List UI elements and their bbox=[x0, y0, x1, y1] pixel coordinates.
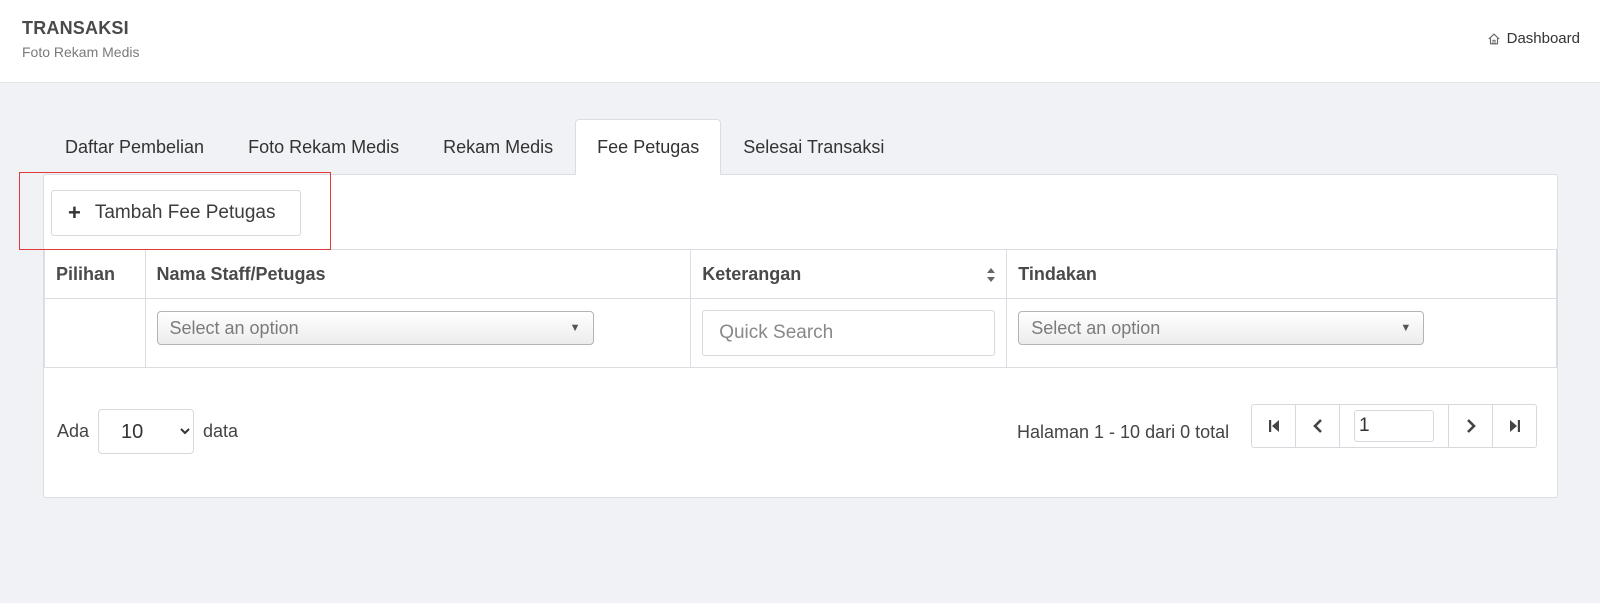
top-bar: TRANSAKSI Foto Rekam Medis Dashboard bbox=[0, 0, 1600, 83]
page-info: Halaman 1 - 10 dari 0 total bbox=[1017, 422, 1230, 442]
page-size-suffix: data bbox=[203, 421, 239, 441]
home-icon bbox=[1487, 32, 1500, 44]
keterangan-search-input[interactable] bbox=[702, 310, 996, 356]
filter-cell-tindakan: Select an option ▼ bbox=[1006, 298, 1557, 368]
column-header-nama-staff: Nama Staff/Petugas bbox=[144, 249, 692, 299]
last-page-icon bbox=[1509, 420, 1520, 432]
content-panel: + Tambah Fee Petugas Pilihan Nama Staff/… bbox=[43, 174, 1558, 498]
page-title: TRANSAKSI bbox=[22, 18, 129, 38]
page-size-prefix: Ada bbox=[57, 421, 90, 441]
tab-fee-petugas[interactable]: Fee Petugas bbox=[575, 119, 722, 175]
prev-page-button[interactable] bbox=[1295, 404, 1340, 448]
table-header-row: Pilihan Nama Staff/Petugas Keterangan Ti… bbox=[44, 249, 1557, 299]
filter-cell-pilihan bbox=[44, 298, 146, 368]
first-page-icon bbox=[1268, 420, 1279, 432]
plus-icon: + bbox=[68, 200, 81, 225]
filter-cell-keterangan bbox=[690, 298, 1008, 368]
first-page-button[interactable] bbox=[1251, 404, 1296, 448]
filter-cell-staff: Select an option ▼ bbox=[144, 298, 692, 368]
staff-select-value: Select an option bbox=[169, 317, 299, 338]
page-number-input[interactable] bbox=[1354, 410, 1434, 442]
chevron-down-icon: ▼ bbox=[1400, 322, 1412, 334]
column-header-keterangan[interactable]: Keterangan bbox=[690, 249, 1008, 299]
tindakan-select[interactable]: Select an option ▼ bbox=[1018, 311, 1425, 345]
page-size-select[interactable]: 10 bbox=[98, 409, 195, 454]
fee-table: Pilihan Nama Staff/Petugas Keterangan Ti… bbox=[44, 249, 1557, 368]
tab-foto-rekam-medis[interactable]: Foto Rekam Medis bbox=[226, 119, 421, 174]
pagination bbox=[1251, 404, 1537, 448]
staff-select[interactable]: Select an option ▼ bbox=[156, 311, 594, 345]
page-size-control: Ada 10 data bbox=[57, 409, 238, 454]
column-header-pilihan: Pilihan bbox=[44, 249, 146, 299]
breadcrumb-dashboard[interactable]: Dashboard bbox=[1487, 30, 1580, 47]
column-header-keterangan-label: Keterangan bbox=[702, 263, 802, 284]
chevron-right-icon bbox=[1466, 419, 1476, 433]
next-page-button[interactable] bbox=[1448, 404, 1493, 448]
last-page-button[interactable] bbox=[1492, 404, 1537, 448]
add-fee-petugas-label: Tambah Fee Petugas bbox=[94, 202, 276, 223]
tindakan-select-value: Select an option bbox=[1031, 317, 1161, 338]
column-header-tindakan: Tindakan bbox=[1006, 249, 1557, 299]
tab-selesai-transaksi[interactable]: Selesai Transaksi bbox=[721, 119, 906, 174]
filter-row: Select an option ▼ Select an option ▼ bbox=[44, 298, 1557, 368]
add-fee-petugas-button[interactable]: + Tambah Fee Petugas bbox=[51, 190, 301, 236]
sort-icon[interactable] bbox=[986, 266, 996, 284]
chevron-down-icon: ▼ bbox=[569, 322, 581, 334]
tab-bar: Daftar Pembelian Foto Rekam Medis Rekam … bbox=[43, 119, 906, 175]
tab-daftar-pembelian[interactable]: Daftar Pembelian bbox=[43, 119, 226, 174]
page-subtitle: Foto Rekam Medis bbox=[22, 44, 140, 60]
tab-rekam-medis[interactable]: Rekam Medis bbox=[421, 119, 575, 174]
page-number-wrapper bbox=[1339, 404, 1449, 448]
chevron-left-icon bbox=[1312, 419, 1322, 433]
breadcrumb-label: Dashboard bbox=[1506, 30, 1580, 47]
